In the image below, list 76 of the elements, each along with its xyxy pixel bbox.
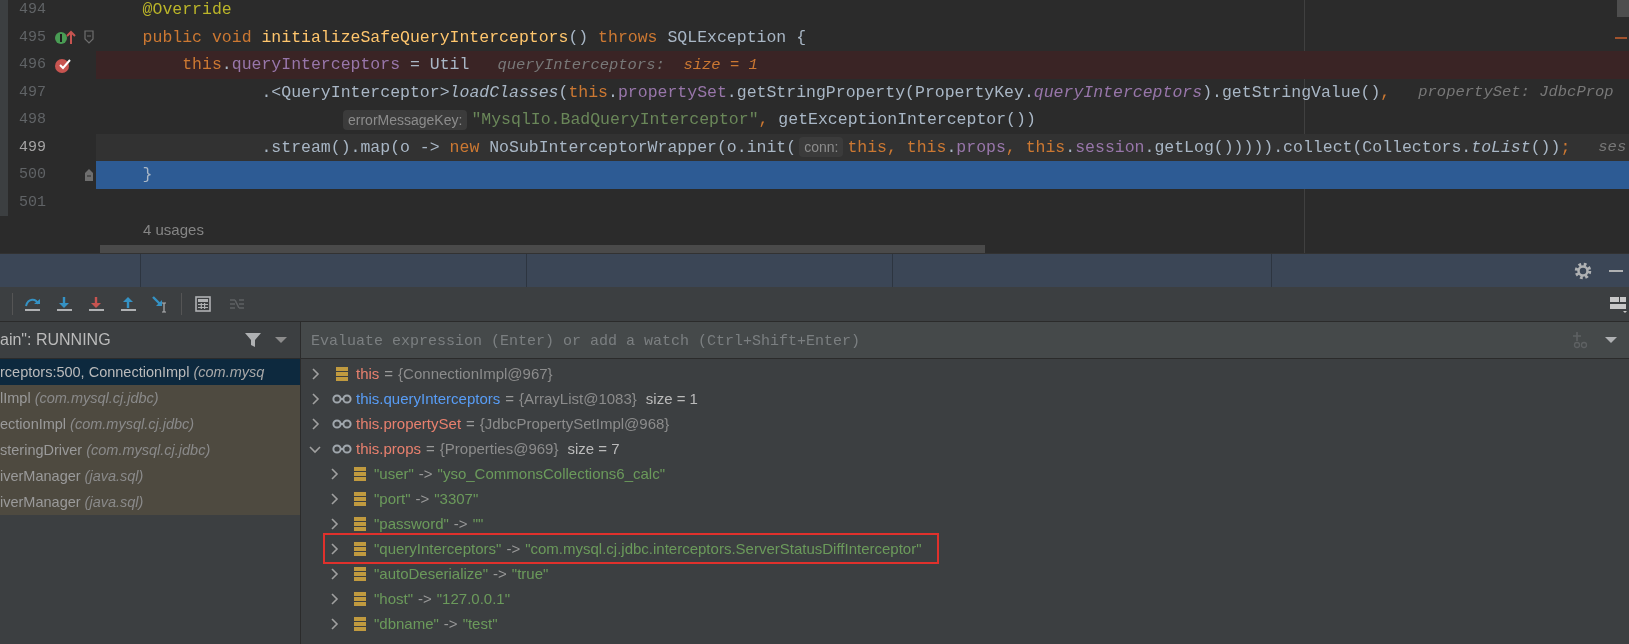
fold-icon[interactable] [84, 30, 94, 45]
variable-text: "password" -> "" [374, 515, 484, 532]
chevron-right-icon[interactable] [309, 417, 321, 430]
thread-status[interactable]: ain": RUNNING [0, 331, 111, 349]
chevron-right-icon[interactable] [328, 467, 340, 480]
chevron-right-icon[interactable] [328, 567, 340, 580]
code-text: .stream().map(o -> new NoSubInterceptorWrapper(o.init( [261, 137, 797, 157]
code-text: this.queryInterceptors = Util [182, 55, 470, 75]
line-number: 499 [18, 138, 46, 156]
chevron-right-icon[interactable] [328, 492, 340, 505]
code-text: .<QueryInterceptor>loadClasses(this.propertySet.getStringProperty(PropertyKey.queryInterceptors).getStringValue(), [261, 82, 1391, 102]
code-text: this, this.props, this.session.getLog())))).collect(Collectors.toList()); [847, 137, 1571, 157]
force-step-into-icon[interactable] [87, 295, 105, 313]
stack-frame[interactable]: lImpl (com.mysql.cj.jdbc) [0, 385, 300, 411]
stack-frame[interactable]: rceptors:500, ConnectionImpl (com.mysq [0, 359, 300, 385]
chevron-right-icon[interactable] [328, 617, 340, 630]
line-number: 500 [18, 166, 46, 184]
variable-text: this.propertySet = {JdbcPropertySetImpl@968} [356, 415, 670, 432]
calculator-icon[interactable] [194, 295, 212, 313]
bars-icon [352, 615, 368, 632]
implements-marker-icon[interactable] [54, 28, 76, 47]
bars-icon [352, 515, 368, 532]
bars-icon [334, 365, 350, 382]
inline-hint: queryInterceptors: size = 1 [497, 55, 758, 74]
variable-text: "queryInterceptors" -> "com.mysql.cj.jdbc.interceptors.ServerStatusDiffInterceptor" [374, 540, 922, 557]
fold-icon[interactable] [84, 167, 94, 182]
usages-hint[interactable]: 4 usages [143, 221, 204, 239]
variable-text: "host" -> "127.0.0.1" [374, 590, 510, 607]
variable-text: "user" -> "yso_CommonsCollections6_calc" [374, 465, 666, 482]
variable-text: this.queryInterceptors = {ArrayList@1083} size = 1 [356, 390, 698, 407]
variable-text: "autoDeserialize" -> "true" [374, 565, 549, 582]
stack-frame[interactable]: iverManager (java.sql) [0, 489, 300, 515]
scrollbar-thumb[interactable] [100, 244, 985, 253]
code-text: "MysqlIo.BadQueryInterceptor", getExceptionInterceptor()) [471, 110, 1036, 130]
line-number: 494 [18, 1, 46, 19]
bars-icon [352, 590, 368, 607]
stack-frame[interactable]: iverManager (java.sql) [0, 463, 300, 489]
chevron-right-icon[interactable] [309, 392, 321, 405]
parameter-hint: errorMessageKey: [343, 109, 468, 130]
scrollbar-thumb[interactable] [1617, 0, 1629, 17]
line-number: 496 [18, 56, 46, 74]
run-to-cursor-icon[interactable] [151, 295, 169, 313]
glasses-icon [332, 392, 352, 405]
parameter-hint: conn: [799, 137, 844, 158]
inline-hint: propertySet: JdbcProp [1418, 83, 1614, 102]
caret-icon[interactable] [275, 336, 287, 344]
code-text: } [142, 165, 153, 185]
step-into-icon[interactable] [55, 295, 73, 313]
variable-text: this = {ConnectionImpl@967} [356, 365, 553, 382]
code-text: public void initializeSafeQueryInterceptors() throws SQLException { [142, 27, 807, 47]
bars-icon [352, 465, 368, 482]
code-text: @Override [142, 0, 232, 20]
glasses-icon [332, 442, 352, 455]
glasses-icon [332, 417, 352, 430]
bars-icon [352, 565, 368, 582]
chevron-right-icon[interactable] [328, 592, 340, 605]
filter-icon[interactable] [244, 331, 262, 349]
layout-icon[interactable] [1609, 295, 1627, 313]
chevron-right-icon[interactable] [328, 542, 340, 555]
step-out-icon[interactable] [119, 295, 137, 313]
variable-text: this.props = {Properties@969} size = 7 [356, 440, 620, 457]
line-number: 498 [18, 111, 46, 129]
settings-icon[interactable] [1574, 261, 1592, 280]
variable-text: "dbname" -> "test" [374, 615, 498, 632]
caret-icon[interactable] [1605, 336, 1617, 344]
variable-text: "port" -> "3307" [374, 490, 479, 507]
chevron-right-icon[interactable] [328, 517, 340, 530]
stack-frame[interactable]: ectionImpl (com.mysql.cj.jdbc) [0, 411, 300, 437]
line-number: 495 [18, 28, 46, 46]
bars-icon [352, 490, 368, 507]
stack-frame[interactable]: steringDriver (com.mysql.cj.jdbc) [0, 437, 300, 463]
inline-hint: ses [1598, 138, 1627, 157]
bars-icon [352, 540, 368, 557]
line-number: 497 [18, 83, 46, 101]
chevron-right-icon[interactable] [309, 367, 321, 380]
line-number: 501 [18, 193, 46, 211]
